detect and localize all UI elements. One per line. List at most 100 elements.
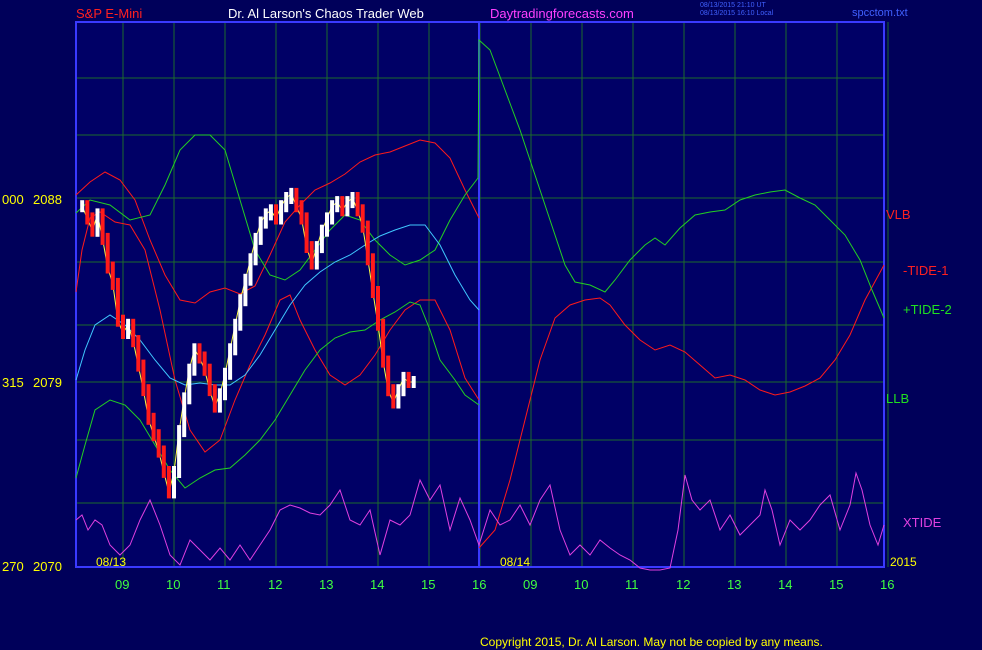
price-candle [217,388,222,413]
price-candle [146,384,151,425]
file-name: spcctom.txt [852,7,908,19]
x-tick-label: 11 [625,577,639,592]
timestamp-local: 08/13/2015 16:10 Local [700,10,774,17]
price-candle [314,241,319,270]
price-candle [151,412,156,442]
price-candle [279,200,284,225]
price-candle [258,216,263,245]
price-candle [370,253,375,298]
y-left-label-0: 000 [2,192,24,207]
x-tick-label: 14 [778,577,793,592]
author-title: Dr. Al Larson's Chaos Trader Web [228,6,424,21]
price-candle [284,192,289,213]
price-candle [376,286,380,331]
y-price-label-2: 2070 [33,559,62,574]
series-label-tide-2: +TIDE-2 [903,302,952,317]
price-candle [105,232,110,274]
price-candle [340,196,345,217]
x-tick-label: 10 [166,577,181,592]
price-candle [80,200,85,213]
price-candle [248,253,253,286]
price-candle [299,200,304,225]
price-candle [161,445,166,478]
timestamp-ut: 08/13/2015 21:10 UT [700,2,766,9]
price-candle [141,359,146,397]
price-candle [187,363,192,405]
price-candle [391,384,396,409]
price-candle [177,425,182,478]
y-left-label-2: 270 [2,559,24,574]
price-candle [156,429,161,458]
price-candle [274,204,278,225]
x-tick-label: 09 [523,577,538,592]
price-candle [263,208,268,229]
price-candle [406,371,411,388]
x-tick-label: 10 [574,577,589,592]
x-tick-label: 11 [217,577,231,592]
price-candle [309,241,314,270]
x-tick-label: 14 [370,577,385,592]
price-candle [381,318,386,368]
price-candle [85,200,90,225]
price-candle [192,343,197,376]
chart-svg [75,21,889,571]
price-candle [268,204,273,221]
price-candle [202,351,207,376]
price-candle [90,212,95,237]
price-candle [110,261,115,290]
price-candle [207,363,212,397]
series-label-vlb: VLB [886,207,911,222]
price-candle [166,466,171,499]
price-candle [115,277,120,327]
price-candle [355,192,360,217]
price-candle [136,335,141,372]
price-candle [238,294,243,331]
y-price-label-0: 2088 [33,192,62,207]
series-label-tide-1: -TIDE-1 [903,263,949,278]
x-tick-label: 12 [676,577,691,592]
price-candle [304,212,309,253]
y-left-label-1: 315 [2,375,24,390]
x-tick-label: 15 [421,577,436,592]
x-tick-label: 09 [115,577,130,592]
x-tick-label: 12 [268,577,283,592]
price-candle [100,208,105,245]
price-candle [360,204,365,233]
price-candle [330,200,335,225]
price-candle [233,318,238,356]
price-candle [126,318,131,339]
x-tick-label: 15 [829,577,844,592]
copyright: Copyright 2015, Dr. Al Larson. May not b… [480,635,823,649]
price-candle [253,232,258,266]
price-candle [243,273,248,307]
price-candle [289,187,294,204]
price-candle [335,196,340,213]
year-label: 2015 [890,555,917,569]
date-label-0: 08/13 [96,555,127,569]
price-candle [228,343,233,380]
price-candle [182,392,187,438]
price-candle [345,196,350,217]
x-tick-label: 13 [319,577,334,592]
x-tick-label: 16 [472,577,487,592]
price-candle [401,371,406,397]
price-candle [411,376,416,388]
price-candle [172,466,176,499]
instrument-title: S&P E-Mini [76,6,143,21]
x-tick-label: 16 [880,577,895,592]
price-candle [319,224,324,254]
price-candle [197,343,202,364]
x-tick-label: 13 [727,577,742,592]
y-price-label-1: 2079 [33,375,62,390]
price-candle [121,314,125,339]
price-candle [350,192,355,209]
price-candle [325,212,329,237]
price-candle [223,367,227,401]
series-label-xtide: XTIDE [903,515,942,530]
price-candle [294,187,299,213]
price-candle [386,355,391,397]
site-title: Daytradingforecasts.com [490,6,634,21]
price-candle [95,208,100,237]
series-label-llb: LLB [886,391,910,406]
price-candle [396,384,401,409]
